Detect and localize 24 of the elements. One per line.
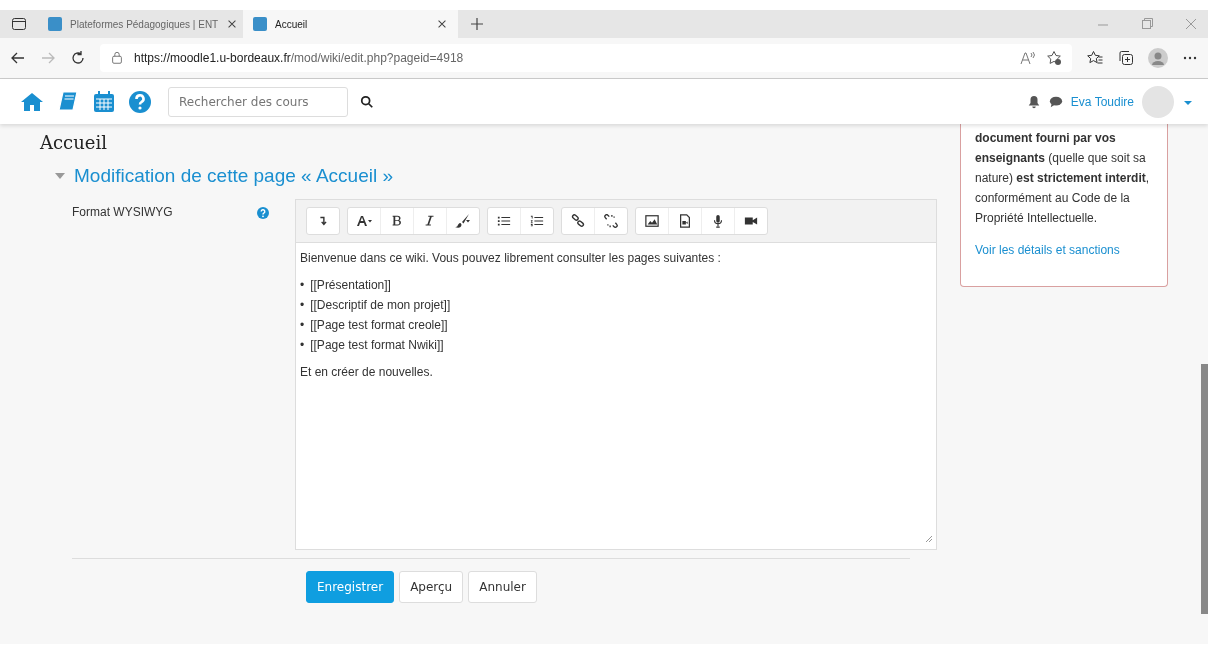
list-bullet: • (300, 317, 305, 333)
form-button[interactable]: Enregistrer (306, 571, 395, 603)
list-bullet: • (300, 297, 305, 313)
details-link[interactable]: Voir les détails et sanctions (975, 240, 1155, 260)
browser-tab[interactable]: Plateformes Pédagogiques | ENT (38, 10, 243, 38)
list-item: [[Présentation]] (310, 277, 391, 293)
list-bullet: • (300, 337, 305, 353)
notice-text: document fourni par vos enseignants (quelle que soit sa nature) est strictement interdit, conformément au Code de la Propriété Intellectuelle. (975, 130, 1151, 227)
search-field[interactable]: Rechercher des cours (168, 86, 348, 117)
list-item: [[Descriptif de mon projet]] (310, 297, 451, 313)
list-item: [[Page test format creole]] (310, 317, 448, 333)
url-text: https://moodle1.u-bordeaux.fr/mod/wiki/edit.php?pageid=4918 (134, 51, 464, 65)
list-item: [[Page test format Nwiki]] (310, 337, 444, 353)
form-button[interactable]: Aperçu (399, 571, 464, 603)
list-bullet: • (300, 277, 305, 293)
browser-tab[interactable]: Accueil (243, 10, 458, 38)
section-title[interactable]: Modification de cette page « Accueil » (74, 165, 393, 187)
field-label: Format WYSIWYG (71, 204, 174, 221)
user-name[interactable]: Eva Toudire (1070, 94, 1134, 109)
editor-paragraph: Et en créer de nouvelles. (300, 365, 434, 379)
page-title: Accueil (40, 132, 108, 153)
address-bar[interactable]: https://moodle1.u-bordeaux.fr/mod/wiki/edit.php?pageid=4918 (100, 44, 1072, 72)
form-button[interactable]: Annuler (468, 571, 537, 603)
editor-paragraph: Bienvenue dans ce wiki. Vous pouvez librement consulter les pages suivantes : (300, 251, 722, 265)
